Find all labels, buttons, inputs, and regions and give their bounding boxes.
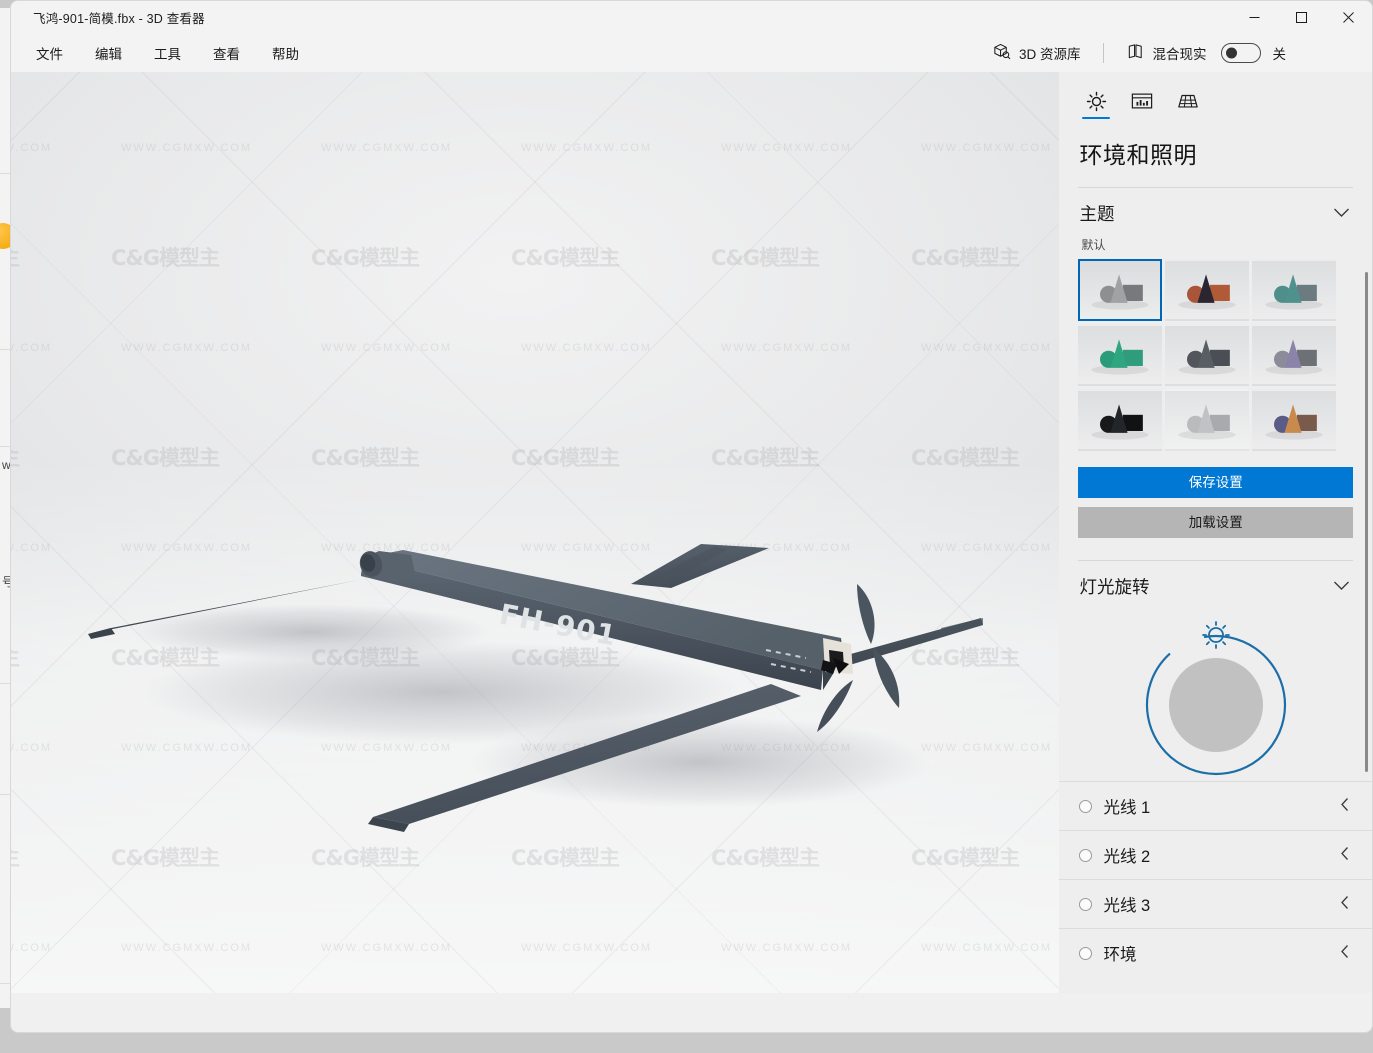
theme-thumbnail-light-gray[interactable] — [1165, 389, 1250, 451]
theme-section-title: 主题 — [1079, 204, 1115, 224]
light-rotation-dial[interactable] — [1136, 621, 1296, 781]
save-settings-button[interactable]: 保存设置 — [1078, 467, 1353, 498]
theme-thumbnail-teal-gray[interactable] — [1252, 259, 1337, 321]
chevron-left-icon-4[interactable] — [1340, 944, 1350, 962]
theme-thumbnail-purple-gray[interactable] — [1252, 324, 1337, 386]
light-toggle-2[interactable] — [1079, 848, 1093, 862]
menu-help[interactable]: 帮助 — [259, 38, 312, 68]
theme-thumbnail-black[interactable] — [1078, 389, 1163, 451]
menu-file[interactable]: 文件 — [23, 38, 76, 68]
window-controls — [1231, 1, 1372, 34]
minimize-button[interactable] — [1231, 1, 1278, 34]
library-button[interactable]: 3D 资源库 — [982, 36, 1091, 70]
light-label-1: 光线 1 — [1103, 799, 1151, 817]
tab-statistics[interactable] — [1119, 82, 1165, 120]
theme-thumbnail-dark-slate[interactable] — [1165, 324, 1250, 386]
tab-grid[interactable] — [1165, 82, 1211, 120]
library-label: 3D 资源库 — [1018, 47, 1081, 62]
maximize-button[interactable] — [1278, 1, 1325, 34]
light-row-2[interactable]: 光线 2 — [1059, 830, 1372, 879]
theme-section-header[interactable]: 主题 — [1059, 188, 1372, 236]
theme-thumbnail-orange-purple[interactable] — [1252, 389, 1337, 451]
mixed-reality-toggle[interactable] — [1220, 43, 1261, 63]
light-toggle-4[interactable] — [1079, 946, 1093, 960]
light-rotation-dial-wrap — [1059, 621, 1372, 781]
chevron-left-icon-3[interactable] — [1340, 895, 1350, 913]
mixed-reality-state: 关 — [1272, 47, 1287, 62]
panel-scrollbar-thumb[interactable] — [1365, 272, 1368, 772]
panel-tabs — [1059, 72, 1372, 120]
menu-tools[interactable]: 工具 — [141, 38, 194, 68]
light-label-4: 环境 — [1103, 946, 1137, 964]
light-list: 光线 1 光线 2 光线 3 环境 — [1059, 781, 1372, 977]
load-settings-button[interactable]: 加载设置 — [1078, 507, 1353, 538]
drone-model[interactable]: FH-901 — [11, 72, 1059, 993]
light-row-1[interactable]: 光线 1 — [1059, 781, 1372, 830]
theme-thumbnail-gray-default[interactable] — [1078, 259, 1163, 321]
panel-title: 环境和照明 — [1079, 142, 1197, 168]
light-label-2: 光线 2 — [1103, 848, 1151, 866]
theme-thumbnail-green[interactable] — [1078, 324, 1163, 386]
menu-separator — [1102, 43, 1104, 63]
chevron-left-icon-2[interactable] — [1340, 846, 1350, 864]
mixed-reality-button[interactable]: 混合现实 — [1116, 36, 1217, 70]
chevron-left-icon-1[interactable] — [1340, 797, 1350, 815]
light-rotation-title: 灯光旋转 — [1079, 577, 1150, 597]
main-body: C&G模型主WWW.CGMXW.COMC&G模型主WWW.CGMXW.COMC&… — [11, 72, 1372, 1032]
light-row-4[interactable]: 环境 — [1059, 928, 1372, 977]
menu-bar: 文件 编辑 工具 查看 帮助 3D 资源库 混合现实 关 — [11, 34, 1372, 72]
light-toggle-3[interactable] — [1079, 897, 1093, 911]
menu-view[interactable]: 查看 — [200, 38, 253, 68]
menu-right-group: 3D 资源库 混合现实 关 — [982, 36, 1286, 70]
cube-search-icon — [992, 42, 1011, 64]
status-bar: 快速动画 × 1.0 — [11, 1032, 1372, 1033]
mixed-reality-label: 混合现实 — [1152, 47, 1207, 62]
light-row-3[interactable]: 光线 3 — [1059, 879, 1372, 928]
chevron-down-icon-rotation[interactable] — [1333, 578, 1350, 595]
theme-subtitle: 默认 — [1081, 238, 1106, 252]
light-label-3: 光线 3 — [1103, 897, 1151, 915]
settings-panel: 环境和照明 主题 默认 保存设置 加载设置 灯光旋转 光线 1 光线 2 光线 … — [1059, 72, 1372, 993]
theme-grid — [1078, 259, 1372, 451]
3d-viewport[interactable]: C&G模型主WWW.CGMXW.COMC&G模型主WWW.CGMXW.COMC&… — [11, 72, 1060, 993]
panel-scrollbar-track[interactable] — [1365, 72, 1370, 993]
app-window: 飞鸿-901-简模.fbx - 3D 查看器 文件 编辑 工具 查看 帮助 3D… — [10, 0, 1373, 1033]
close-button[interactable] — [1325, 1, 1372, 34]
chevron-down-icon[interactable] — [1333, 205, 1350, 222]
theme-thumbnail-orange-dark[interactable] — [1165, 259, 1250, 321]
light-rotation-header[interactable]: 灯光旋转 — [1059, 561, 1372, 609]
menu-edit[interactable]: 编辑 — [82, 38, 135, 68]
tab-environment-lighting[interactable] — [1073, 82, 1119, 120]
light-toggle-1[interactable] — [1079, 799, 1093, 813]
mixed-reality-icon — [1126, 42, 1145, 64]
window-title: 飞鸿-901-简模.fbx - 3D 查看器 — [33, 12, 205, 26]
title-bar[interactable]: 飞鸿-901-简模.fbx - 3D 查看器 — [11, 1, 1372, 34]
